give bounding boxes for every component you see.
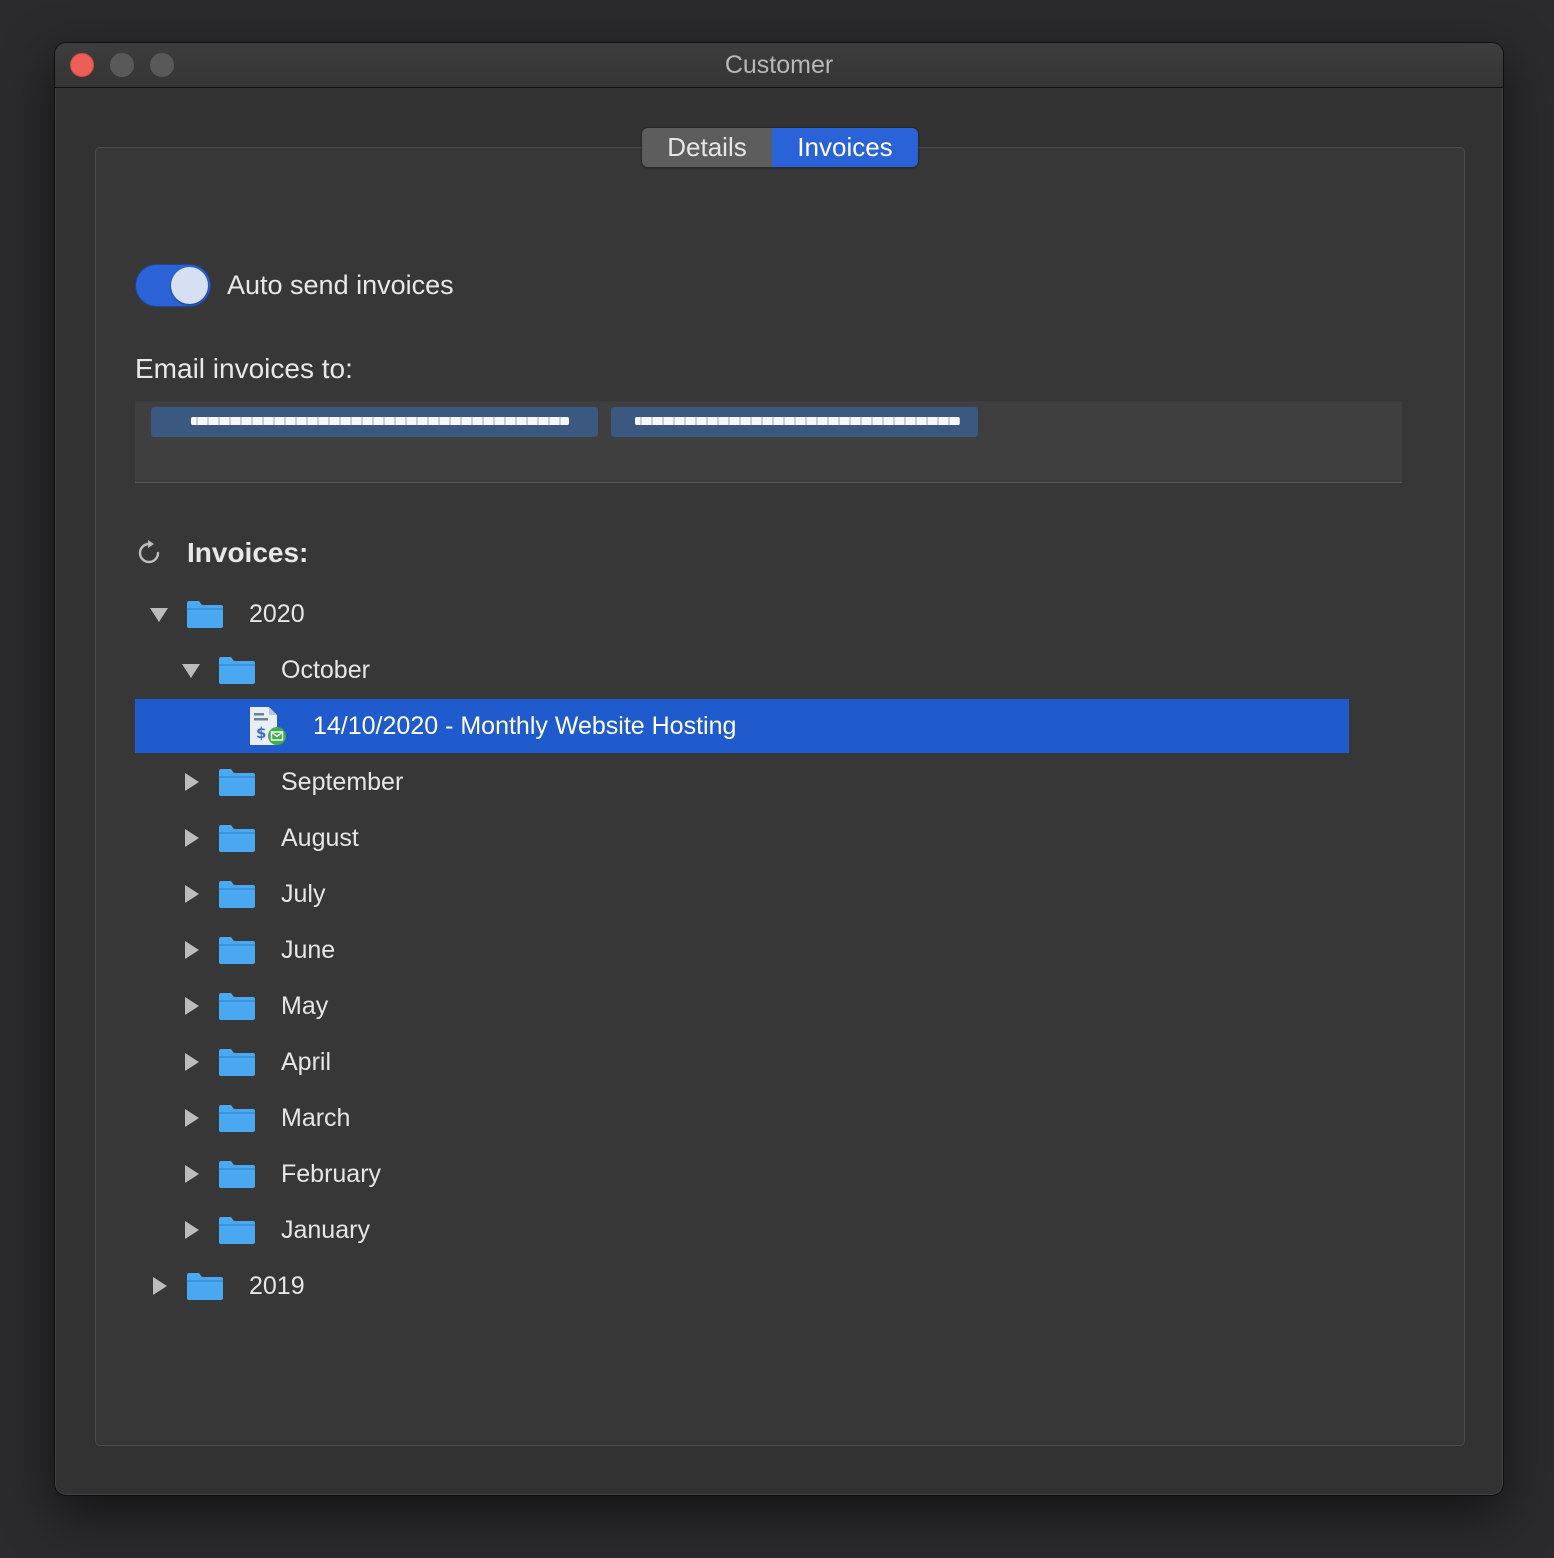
tree-label: May xyxy=(281,992,329,1020)
tree-row-august[interactable]: August xyxy=(135,811,1349,865)
tree-label: 14/10/2020 - Monthly Website Hosting xyxy=(313,712,737,740)
tree-row-september[interactable]: September xyxy=(135,755,1349,809)
email-token[interactable] xyxy=(611,407,978,437)
tree-label: January xyxy=(281,1216,370,1244)
folder-icon xyxy=(187,1273,223,1300)
disclosure-right-icon[interactable] xyxy=(179,770,203,794)
email-recipients-field[interactable] xyxy=(135,401,1402,483)
toggle-knob xyxy=(171,267,208,304)
folder-icon xyxy=(219,1161,255,1188)
tree-row-march[interactable]: March xyxy=(135,1091,1349,1145)
folder-icon xyxy=(219,1049,255,1076)
tree-label: April xyxy=(281,1048,332,1076)
invoices-title: Invoices: xyxy=(187,537,309,568)
tab-invoices[interactable]: Invoices xyxy=(772,128,918,167)
svg-text:$: $ xyxy=(256,724,266,742)
disclosure-down-icon[interactable] xyxy=(179,658,203,682)
invoice-document-icon: $ xyxy=(250,707,286,745)
folder-icon xyxy=(219,1217,255,1244)
tree-row-june[interactable]: June xyxy=(135,923,1349,977)
window-title: Customer xyxy=(724,51,834,79)
folder-icon xyxy=(219,825,255,852)
auto-send-label: Auto send invoices xyxy=(227,270,454,300)
disclosure-right-icon[interactable] xyxy=(179,882,203,906)
disclosure-right-icon[interactable] xyxy=(179,1218,203,1242)
tree-row-february[interactable]: February xyxy=(135,1147,1349,1201)
tree-row-october[interactable]: October xyxy=(135,643,1349,697)
disclosure-right-icon[interactable] xyxy=(179,826,203,850)
tree-label: August xyxy=(281,824,359,852)
tree-label: February xyxy=(281,1160,382,1188)
disclosure-right-icon[interactable] xyxy=(179,1106,203,1130)
redacted-email xyxy=(635,417,960,425)
refresh-icon[interactable] xyxy=(135,539,163,567)
tree-label: July xyxy=(281,880,326,908)
tree-row-july[interactable]: July xyxy=(135,867,1349,921)
tree-label: 2020 xyxy=(249,600,305,628)
tree-label: June xyxy=(281,936,336,964)
folder-icon xyxy=(219,1105,255,1132)
disclosure-right-icon[interactable] xyxy=(179,1162,203,1186)
tree-row-april[interactable]: April xyxy=(135,1035,1349,1089)
disclosure-right-icon[interactable] xyxy=(179,994,203,1018)
folder-icon xyxy=(219,993,255,1020)
customer-window: Customer Details Invoices Auto send invo… xyxy=(54,42,1504,1496)
disclosure-right-icon[interactable] xyxy=(179,1050,203,1074)
disclosure-right-icon[interactable] xyxy=(179,938,203,962)
tree-label: March xyxy=(281,1104,351,1132)
tree-label: October xyxy=(281,656,370,684)
tree-row-2019[interactable]: 2019 xyxy=(135,1259,1349,1313)
tree-label: September xyxy=(281,768,404,796)
auto-send-toggle[interactable] xyxy=(135,264,211,307)
folder-icon xyxy=(219,881,255,908)
tree-row-may[interactable]: May xyxy=(135,979,1349,1033)
email-invoices-label: Email invoices to: xyxy=(135,353,353,384)
folder-icon xyxy=(219,769,255,796)
tree-row-january[interactable]: January xyxy=(135,1203,1349,1257)
folder-icon xyxy=(187,601,223,628)
tab-control: Details Invoices xyxy=(642,128,918,167)
redacted-email xyxy=(191,417,569,425)
email-token[interactable] xyxy=(151,407,598,437)
tab-details[interactable]: Details xyxy=(642,128,772,167)
folder-icon xyxy=(219,657,255,684)
title-bar[interactable]: Customer xyxy=(55,43,1503,88)
tree-label: 2019 xyxy=(249,1272,305,1300)
tree-row-invoice-selected[interactable]: $ 14/10/2020 - Monthly Website Hosting xyxy=(135,699,1349,753)
disclosure-right-icon[interactable] xyxy=(147,1274,171,1298)
invoices-header: Invoices: xyxy=(135,533,308,573)
tree-row-2020[interactable]: 2020 xyxy=(135,587,1349,641)
disclosure-down-icon[interactable] xyxy=(147,602,171,626)
folder-icon xyxy=(219,937,255,964)
